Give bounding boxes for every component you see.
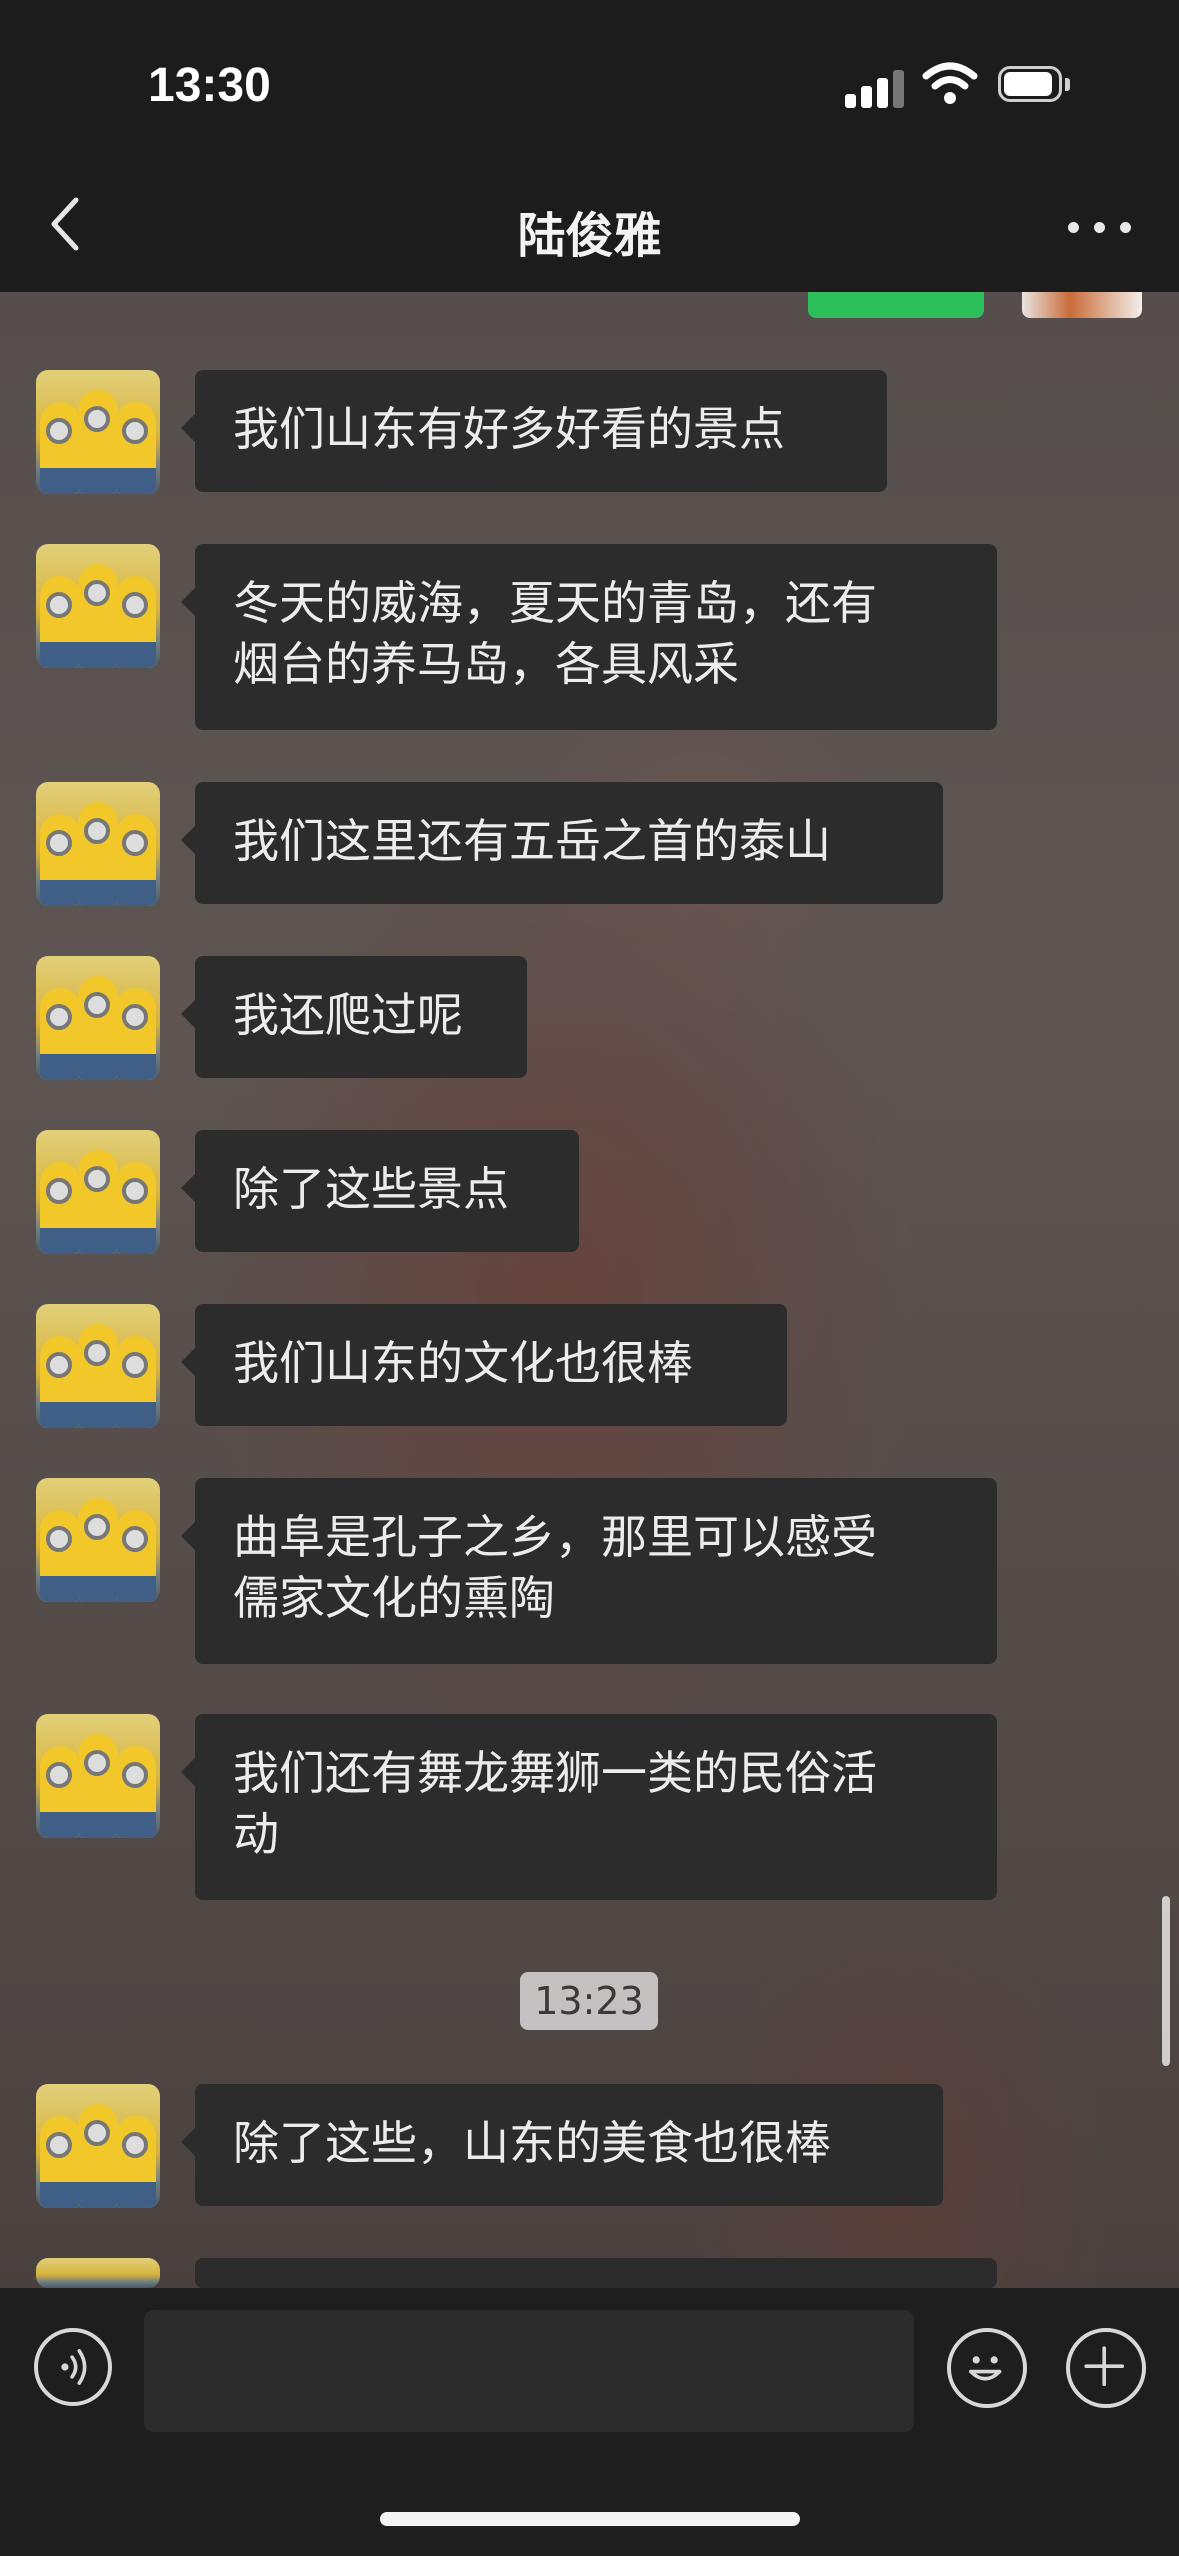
message-bubble[interactable]: 除了这些景点 [181,1130,579,1252]
partial-self-avatar[interactable] [1022,292,1142,318]
partial-sent-bubble[interactable] [808,292,984,318]
message-bubble[interactable]: 我们山东的文化也很棒 [181,1304,787,1426]
message-bubble[interactable]: 我们这里还有五岳之首的泰山 [181,782,943,904]
voice-icon[interactable] [34,2328,112,2406]
message-bubble[interactable]: 我们山东有好多好看的景点 [181,370,887,492]
battery-icon [998,66,1072,104]
contact-avatar[interactable] [36,2084,160,2208]
cellular-signal-icon [845,68,905,108]
contact-avatar[interactable] [36,1304,160,1428]
contact-avatar[interactable] [36,1714,160,1838]
contact-avatar[interactable] [36,1478,160,1602]
emoji-icon[interactable] [947,2328,1027,2408]
contact-avatar[interactable] [36,782,160,906]
contact-avatar[interactable] [36,544,160,668]
message-bubble-partial[interactable] [181,2258,997,2330]
message-bubble[interactable]: 除了这些，山东的美食也很棒 [181,2084,943,2206]
message-bubble[interactable]: 曲阜是孔子之乡，那里可以感受 儒家文化的熏陶 [181,1478,997,1664]
chat-title: 陆俊雅 [517,208,662,264]
home-indicator[interactable] [380,2512,800,2526]
status-time: 13:30 [148,59,271,112]
message-timestamp: 13:23 [520,1972,658,2030]
contact-avatar[interactable] [36,2258,160,2288]
contact-avatar[interactable] [36,956,160,1080]
wifi-icon [922,62,978,104]
message-bubble[interactable]: 冬天的威海，夏天的青岛，还有 烟台的养马岛，各具风采 [181,544,997,730]
more-button[interactable] [1060,206,1140,246]
message-input[interactable] [144,2310,914,2432]
message-bubble[interactable]: 我还爬过呢 [181,956,527,1078]
message-bubble[interactable]: 我们还有舞龙舞狮一类的民俗活 动 [181,1714,997,1900]
plus-icon[interactable] [1066,2328,1146,2408]
contact-avatar[interactable] [36,370,160,494]
chat-scrollbar[interactable] [1162,1896,1170,2066]
top-bar: 13:30 陆俊雅 [0,0,1179,292]
contact-avatar[interactable] [36,1130,160,1254]
